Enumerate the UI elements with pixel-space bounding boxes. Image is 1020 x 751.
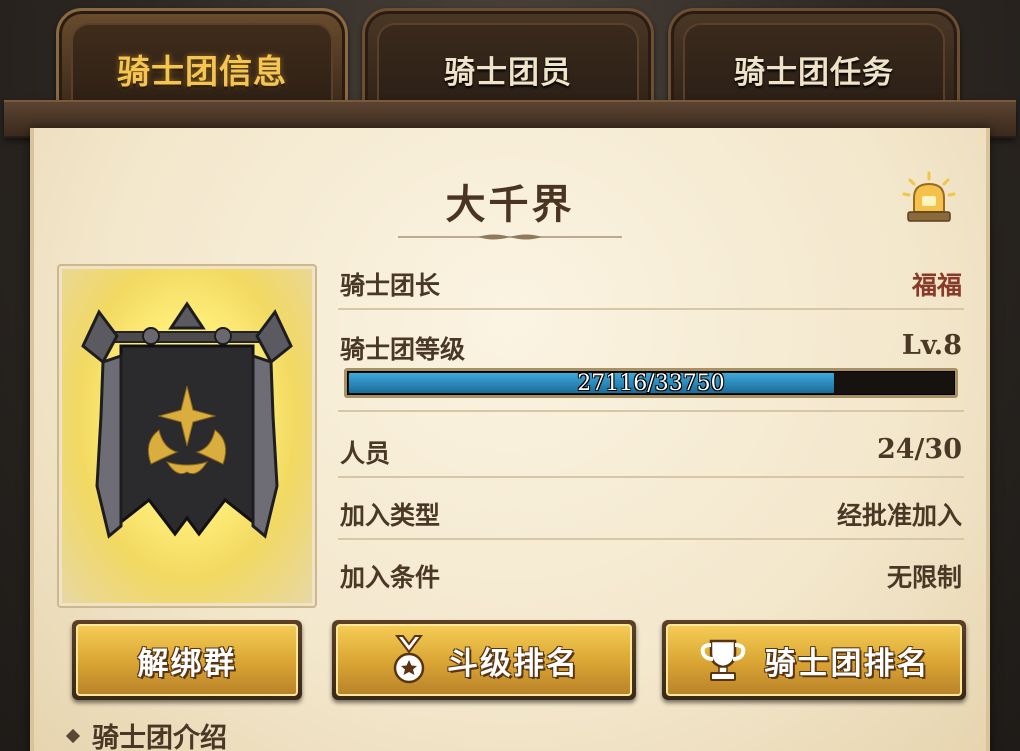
- guild-banner-emblem: [81, 301, 293, 539]
- unbind-group-button[interactable]: 解绑群: [72, 620, 302, 700]
- tab-guild-info-label: 骑士团信息: [117, 52, 287, 91]
- tab-guild-tasks-label: 骑士团任务: [734, 54, 894, 91]
- members-label: 人员: [340, 439, 391, 468]
- join-type-value: 经批准加入: [836, 501, 962, 530]
- members-value: 24/30: [876, 434, 962, 465]
- trophy-icon: [700, 639, 745, 681]
- guild-banner-card[interactable]: [57, 264, 317, 608]
- level-label: 骑士团等级: [340, 335, 466, 364]
- leader-label: 骑士团长: [340, 271, 441, 300]
- battle-rank-button[interactable]: 斗级排名: [332, 620, 636, 700]
- join-condition-label: 加入条件: [340, 563, 441, 592]
- alarm-bell-icon[interactable]: [900, 170, 958, 228]
- unbind-group-label: 解绑群: [137, 645, 237, 682]
- row-guild-leader: 骑士团长 福福: [338, 266, 964, 310]
- join-type-label: 加入类型: [340, 501, 441, 530]
- level-value: Lv.8: [901, 330, 962, 361]
- guild-rank-label: 骑士团排名: [764, 645, 930, 682]
- row-join-condition: 加入条件 无限制: [338, 558, 964, 596]
- guild-xp-text: 27116/33750: [577, 370, 725, 396]
- guild-info-screen: 骑士团信息 骑士团员 骑士团任务 大千界 骑士团长 福福 骑士团等级 Lv.8 …: [0, 0, 1020, 751]
- guild-rank-button[interactable]: 骑士团排名: [662, 620, 966, 700]
- tab-guild-members-label: 骑士团员: [444, 54, 572, 91]
- guild-intro-label: 骑士团介绍: [92, 723, 227, 751]
- title-divider-ornament: [398, 234, 622, 240]
- guild-name: 大千界: [445, 182, 575, 228]
- medal-icon: [393, 635, 425, 684]
- battle-rank-label: 斗级排名: [447, 645, 579, 682]
- row-members: 人员 24/30: [338, 434, 964, 478]
- row-join-type: 加入类型 经批准加入: [338, 496, 964, 540]
- join-condition-value: 无限制: [886, 563, 962, 592]
- diamond-bullet-icon: [65, 728, 81, 743]
- leader-value[interactable]: 福福: [912, 266, 962, 302]
- guild-intro-heading: 骑士团介绍: [65, 716, 227, 751]
- guild-xp-bar: 27116/33750: [344, 368, 958, 398]
